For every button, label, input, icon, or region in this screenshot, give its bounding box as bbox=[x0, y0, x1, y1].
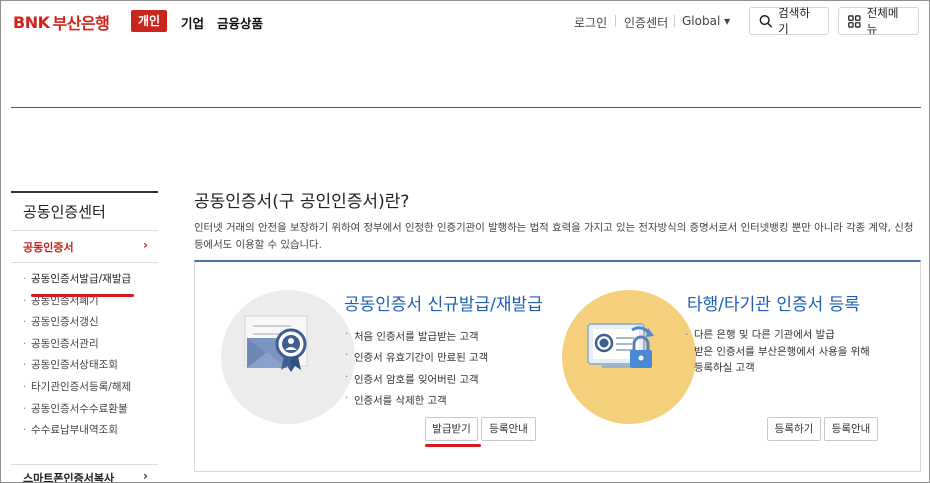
menu-label: 전체메뉴 bbox=[866, 6, 899, 36]
highlight-underline bbox=[425, 444, 481, 447]
left-nav-title: 공동인증센터 bbox=[11, 191, 158, 231]
header-divider bbox=[11, 107, 921, 108]
global-dropdown[interactable]: Global ▾ bbox=[682, 14, 730, 28]
page-description: 인터넷 거래의 안전을 보장하기 위하여 정부에서 인정한 인증기관이 발행하는… bbox=[194, 222, 914, 251]
register-guide-button[interactable]: 등록안내 bbox=[824, 417, 878, 441]
envelope-illustration bbox=[221, 290, 355, 424]
nav-corporate[interactable]: 기업 bbox=[181, 13, 204, 32]
left-nav: 공동인증센터 공동인증서 › 공동인증서발급/재발급 공동인증서폐기 공동인증서… bbox=[11, 191, 158, 445]
submenu-item-manage[interactable]: 공동인증서관리 bbox=[11, 337, 158, 359]
search-button[interactable]: 검색하기 bbox=[749, 6, 829, 36]
left-nav-active-item[interactable]: 공동인증서 › bbox=[11, 231, 158, 263]
issue-bullet-list: 처음 인증서를 발급받는 고객 인증서 유효기간이 만료된 고객 인증서 암호를… bbox=[345, 328, 488, 413]
issue-guide-button[interactable]: 등록안내 bbox=[481, 417, 536, 441]
browser-frame: BNK 부산은행 개인 기업 금융상품 로그인 인증센터 Global ▾ 검색… bbox=[0, 0, 930, 483]
submenu-item-status[interactable]: 공동인증서상태조회 bbox=[11, 358, 158, 380]
site-header: BNK 부산은행 개인 기업 금융상품 로그인 인증센터 Global ▾ 검색… bbox=[1, 1, 929, 41]
util-divider bbox=[674, 15, 675, 27]
util-divider bbox=[615, 15, 616, 27]
register-button[interactable]: 등록하기 bbox=[767, 417, 821, 441]
login-link[interactable]: 로그인 bbox=[574, 14, 607, 31]
submenu-item-renew[interactable]: 공동인증서갱신 bbox=[11, 315, 158, 337]
left-nav-submenu: 공동인증서발급/재발급 공동인증서폐기 공동인증서갱신 공동인증서관리 공동인증… bbox=[11, 263, 158, 445]
logo-text: 부산은행 bbox=[52, 14, 110, 33]
register-description: 다른 은행 및 다른 기관에서 발급 받은 인증서를 부산은행에서 사용을 위해… bbox=[685, 327, 905, 377]
all-menu-button[interactable]: 전체메뉴 bbox=[838, 6, 919, 36]
monitor-lock-icon bbox=[587, 323, 654, 368]
card-title-issue: 공동인증서 신규발급/재발급 bbox=[344, 295, 543, 315]
active-item-label: 공동인증서 bbox=[23, 241, 74, 254]
bullet-item: 처음 인증서를 발급받는 고객 bbox=[345, 328, 488, 349]
nav-products[interactable]: 금융상품 bbox=[217, 13, 263, 32]
grid-menu-icon bbox=[848, 14, 861, 28]
page-title: 공동인증서(구 공인인증서)란? bbox=[194, 192, 410, 212]
cert-center-link[interactable]: 인증센터 bbox=[624, 14, 668, 31]
bnk-logo[interactable]: BNK 부산은행 bbox=[13, 10, 110, 34]
more-item-label: 스마트폰인증서복사 bbox=[23, 472, 115, 483]
monitor-lock-illustration bbox=[562, 290, 696, 424]
bullet-item: 인증서 유효기간이 만료된 고객 bbox=[345, 349, 488, 370]
bullet-item: 인증서를 삭제한 고객 bbox=[345, 392, 488, 413]
chevron-right-icon: › bbox=[143, 238, 148, 252]
envelope-certificate-icon bbox=[244, 315, 308, 372]
submenu-item-issue[interactable]: 공동인증서발급/재발급 bbox=[11, 272, 158, 294]
search-label: 검색하기 bbox=[778, 6, 810, 36]
submenu-item-refund[interactable]: 공동인증서수수료환불 bbox=[11, 402, 158, 424]
chevron-right-icon: › bbox=[143, 469, 148, 483]
card-title-register: 타행/타기관 인증서 등록 bbox=[687, 295, 860, 315]
bullet-item: 인증서 암호를 잊어버린 고객 bbox=[345, 371, 488, 392]
submenu-item-fee-history[interactable]: 수수료납부내역조회 bbox=[11, 423, 158, 445]
submenu-item-other-register[interactable]: 타기관인증서등록/해제 bbox=[11, 380, 158, 402]
logo-mark: BNK bbox=[13, 12, 50, 32]
issue-button[interactable]: 발급받기 bbox=[425, 417, 478, 441]
left-nav-more-item[interactable]: 스마트폰인증서복사 › bbox=[11, 464, 158, 483]
nav-personal[interactable]: 개인 bbox=[131, 10, 168, 32]
search-icon bbox=[759, 14, 772, 28]
highlight-underline bbox=[31, 294, 134, 297]
